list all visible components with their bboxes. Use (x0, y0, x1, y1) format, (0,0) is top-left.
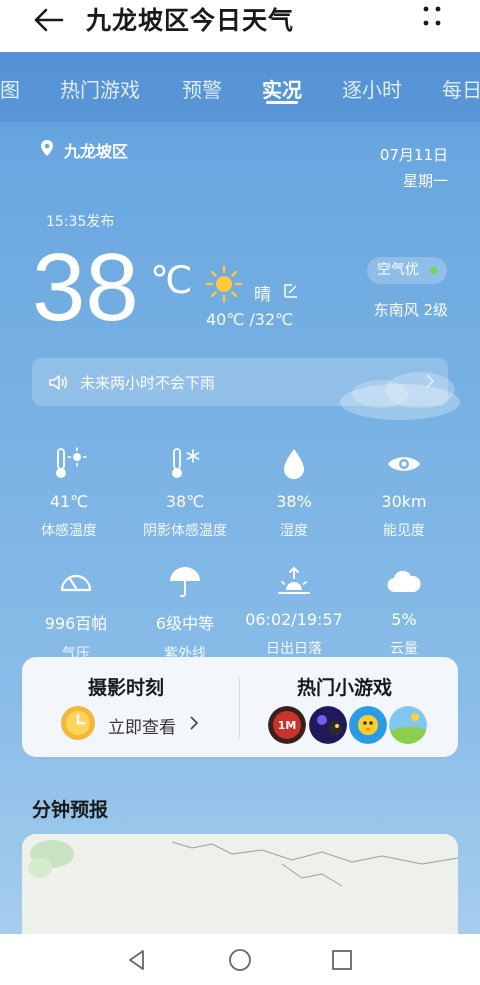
chevron-right-icon (426, 374, 435, 388)
metric-visibility: 30km 能见度 (349, 446, 459, 540)
humidity-drop-icon (284, 449, 304, 479)
metric-value: 38% (276, 492, 312, 511)
tab-alerts[interactable]: 预警 (182, 74, 222, 103)
tab-bar: 图 热门游戏 预警 实况 逐小时 每日 (0, 52, 480, 122)
air-quality-label: 空气优 (377, 262, 419, 278)
metric-cloud-cover: 5% 云量 (349, 564, 459, 658)
svg-text:1M: 1M (278, 719, 297, 732)
current-temperature: 38 (32, 234, 139, 341)
photo-moment-title: 摄影时刻 (88, 677, 165, 699)
metric-sunrise-sunset: 06:02/19:57 日出日落 (239, 564, 349, 658)
temperature-range: 40℃ /32℃ (206, 310, 294, 329)
chevron-right-icon (190, 716, 199, 730)
metric-value: 06:02/19:57 (245, 610, 343, 629)
uv-umbrella-icon (170, 567, 200, 598)
active-tab-indicator (266, 101, 298, 104)
metric-feels-like: 41℃ 体感温度 (14, 446, 124, 540)
visibility-eye-icon (388, 457, 420, 471)
rain-alert-bar[interactable]: 未来两小时不会下雨 (32, 358, 448, 406)
metric-shade-feels-like: 38℃ 阴影体感温度 (130, 446, 240, 540)
feels-like-thermometer-icon (56, 447, 87, 478)
date-label: 07月11日 (379, 146, 448, 164)
weekday-label: 星期一 (402, 172, 448, 190)
metric-humidity: 38% 湿度 (239, 446, 349, 540)
nav-back-icon[interactable] (124, 947, 150, 973)
clock-icon (61, 706, 95, 740)
tab-current[interactable]: 实况 (262, 74, 302, 103)
location-name[interactable]: 九龙坡区 (64, 138, 128, 162)
more-vertical-icon[interactable] (418, 3, 446, 33)
game-field-icon[interactable] (389, 706, 427, 744)
metric-value: 30km (381, 492, 427, 511)
back-arrow-icon[interactable] (30, 2, 66, 38)
tab-hot-games[interactable]: 热门游戏 (60, 74, 140, 103)
metric-value: 5% (391, 610, 417, 629)
temperature-unit: ℃ (150, 258, 193, 302)
air-quality-badge[interactable]: 空气优 (367, 257, 447, 284)
view-now-link[interactable]: 立即查看 (108, 713, 176, 738)
minute-forecast-title: 分钟预报 (32, 799, 109, 821)
speaker-icon (49, 375, 67, 390)
metric-label: 日出日落 (266, 641, 322, 657)
app-header: 九龙坡区今日天气 (0, 0, 480, 52)
sunny-icon (205, 265, 243, 303)
condition-label: 晴 (254, 285, 271, 305)
metric-label: 云量 (390, 641, 418, 657)
rain-alert-text: 未来两小时不会下雨 (80, 374, 216, 392)
metric-value: 996百帕 (44, 614, 108, 633)
page-title: 九龙坡区今日天气 (86, 6, 295, 35)
metric-uv: 6级中等 紫外线 (130, 564, 240, 663)
game-1m-icon[interactable]: 1M (268, 706, 306, 744)
wind-label: 东南风 2级 (373, 301, 448, 319)
minute-forecast-map[interactable] (22, 834, 458, 934)
map-graphic (22, 834, 458, 934)
feature-card: 摄影时刻 立即查看 热门小游戏 1M (22, 657, 458, 757)
air-quality-dot (430, 267, 437, 274)
tab-hourly[interactable]: 逐小时 (342, 74, 402, 103)
game-bird-icon[interactable] (349, 706, 387, 744)
pressure-gauge-icon (60, 574, 92, 592)
metric-pressure: 996百帕 气压 (21, 564, 131, 663)
nav-home-icon[interactable] (227, 947, 253, 973)
metric-value: 38℃ (165, 492, 205, 511)
edit-icon[interactable] (283, 283, 299, 299)
weather-panel: 图 热门游戏 预警 实况 逐小时 每日 九龙坡区 07月11日 星期一 15:3… (0, 52, 480, 934)
system-nav-bar (0, 934, 480, 985)
shade-thermometer-icon (172, 448, 200, 478)
nav-recents-icon[interactable] (329, 947, 355, 973)
location-pin-icon (41, 140, 53, 156)
hot-games-title: 热门小游戏 (297, 677, 393, 699)
metric-value: 6级中等 (155, 614, 215, 633)
tab-daily[interactable]: 每日 (442, 74, 480, 103)
sunrise-icon (278, 566, 310, 594)
metric-label: 湿度 (280, 523, 308, 539)
metric-label: 体感温度 (41, 523, 97, 539)
publish-time: 15:35发布 (46, 214, 115, 230)
metric-label: 阴影体感温度 (143, 523, 227, 539)
metric-label: 能见度 (383, 523, 425, 539)
cloud-icon (387, 570, 421, 593)
tab-map[interactable]: 图 (0, 74, 20, 103)
metric-value: 41℃ (49, 492, 89, 511)
card-divider (239, 677, 240, 739)
game-space-icon[interactable] (309, 706, 347, 744)
